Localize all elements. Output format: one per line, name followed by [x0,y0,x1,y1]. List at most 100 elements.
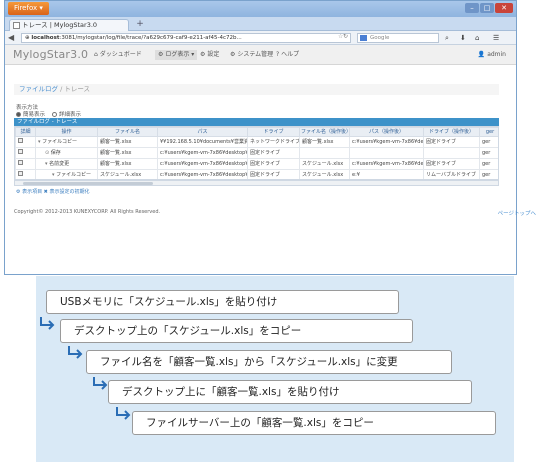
menu-system-admin[interactable]: ⚙ システム管理 [227,50,276,60]
app-header: MylogStar3.0 ⌂ ダッシュボード ⚙ ログ表示 ▾ ⚙ 設定 ⚙ シ… [5,45,516,65]
column-header[interactable]: ger [479,127,498,137]
browser-tab[interactable]: トレース | MylogStar3.0 [9,19,129,31]
cell-file: 顧客一覧.xlsx [97,158,158,170]
grid-footer-links[interactable]: ⚙ 表示項目 ✖ 表示設定の初期化 [16,188,89,195]
cell-file2: 顧客一覧.xlsx [299,136,350,148]
horizontal-scrollbar[interactable] [14,180,499,186]
column-header[interactable]: ドライブ（操作後） [423,127,480,137]
menu-settings[interactable]: ⚙ 設定 [197,50,222,60]
column-header[interactable]: ファイル名（操作後） [299,127,350,137]
home-icon[interactable]: ⌂ [475,33,479,43]
column-header[interactable]: ドライブ [247,127,300,137]
operation-label: 名前変更 [49,160,70,167]
scroll-thumb[interactable] [23,182,153,185]
operation-cell: ▾ 名前変更 [35,158,98,170]
copyright-text: Copyright© 2012-2013 KUNEXYCORP. All Rig… [14,209,161,215]
cell-extra: ger [479,136,498,148]
tree-toggle-icon[interactable]: ▾ [52,172,55,178]
search-icon[interactable]: ⌕ [445,33,449,43]
column-header[interactable]: 操作 [35,127,98,137]
tree-toggle-icon[interactable]: ▾ [45,161,48,167]
cell-extra: ger [479,158,498,170]
cell-path2: c:¥users¥kgem-vm-7x86¥desktop¥ [349,158,424,170]
step-arrow-icon [116,407,131,420]
url-path: :3081/mylogstar/log/file/trace/?a629c679… [59,35,242,41]
cell-file: スケジュール.xlsx [97,169,158,179]
minimize-button[interactable]: – [465,3,479,13]
breadcrumb-separator: / [60,85,63,93]
column-header[interactable]: パス [157,127,248,137]
table-row[interactable]: ▾ 名前変更 顧客一覧.xlsx c:¥users¥kgem-vm-7x86¥des… [15,158,498,170]
help-icon: ? [276,51,280,58]
new-tab-button[interactable]: + [133,19,147,30]
breadcrumb-root[interactable]: ファイルログ [19,85,58,93]
document-icon[interactable] [18,138,23,143]
menu-help[interactable]: ? ヘルプ [273,50,302,60]
operation-cell: ⊙ 保存 [35,147,98,159]
page-icon [13,22,20,29]
cell-drive: 固定ドライブ [247,158,300,170]
menu-icon[interactable]: ☰ [493,33,499,43]
tab-bar: トレース | MylogStar3.0 + [5,17,516,31]
page-top-link[interactable]: ページトップへ [498,209,536,217]
cell-drive2: 固定ドライブ [423,136,480,148]
column-header[interactable]: パス（操作後） [349,127,424,137]
step-5: ファイルサーバー上の「顧客一覧.xls」をコピー [132,411,496,435]
step-2: デスクトップ上の「スケジュール.xls」をコピー [60,319,413,343]
table-row[interactable]: ▾ ファイルコピー スケジュール.xlsx c:¥users¥kgem-vm-7x8… [15,169,498,179]
table-row[interactable]: ▾ ファイルコピー 顧客一覧.xlsx ¥¥192.168.5.10¥documen… [15,136,498,148]
maximize-button[interactable]: □ [480,3,494,13]
app-brand[interactable]: MylogStar3.0 [13,48,88,61]
cell-file: 顧客一覧.xlsx [97,147,158,159]
cell-path2 [349,147,424,159]
steps-panel: USBメモリに「スケジュール.xls」を貼り付け デスクトップ上の「スケジュール… [36,276,514,462]
tree-toggle-icon[interactable]: ▾ [38,139,41,145]
search-box[interactable]: Google [357,33,439,43]
detail-cell[interactable] [15,147,36,159]
cell-path2: c:¥users¥kgem-vm-7x86¥desktop¥ [349,136,424,148]
search-placeholder: Google [370,35,390,41]
trace-table: 詳細 操作 ファイル名 パス ドライブ ファイル名（操作後） パス（操作後） ドライブ（操作後… [15,127,498,179]
document-icon[interactable] [18,149,23,154]
close-window-button[interactable]: ✕ [495,3,513,13]
document-icon[interactable] [18,171,23,176]
cell-drive: 固定ドライブ [247,169,300,179]
back-arrow-icon[interactable]: ◀ [8,33,18,43]
menu-log-view[interactable]: ⚙ ログ表示 ▾ [155,50,198,60]
address-bar[interactable]: ⊕ localhost:3081/mylogstar/log/file/trac… [21,33,351,43]
user-menu[interactable]: 👤 admin [478,50,506,60]
menu-dashboard[interactable]: ⌂ ダッシュボード [91,50,145,60]
grid-title: ファイルログ - トレース [14,118,499,126]
cell-file2: スケジュール.xlsx [299,169,350,179]
cell-drive2: 固定ドライブ [423,158,480,170]
radio-simple[interactable] [16,112,21,117]
column-header[interactable]: 詳細 [15,127,36,137]
table-header-row: 詳細 操作 ファイル名 パス ドライブ ファイル名（操作後） パス（操作後） ドライブ（操作後… [15,127,498,137]
column-header[interactable]: ファイル名 [97,127,158,137]
reload-icon[interactable]: ↻ [343,33,348,40]
cell-path: c:¥users¥kgem-vm-7x86¥desktop¥ [157,158,248,170]
table-row[interactable]: ⊙ 保存 顧客一覧.xlsx c:¥users¥kgem-vm-7x86¥deskt… [15,147,498,159]
cell-drive2 [423,147,480,159]
cell-path: ¥¥192.168.5.10¥documents¥営業資料¥ [157,136,248,148]
step-arrow-icon [68,346,83,359]
detail-cell[interactable] [15,158,36,170]
tree-toggle-icon[interactable]: ⊙ [45,150,49,156]
document-icon[interactable] [18,160,23,165]
detail-cell[interactable] [15,136,36,148]
firefox-menu-button[interactable]: Firefox ▾ [8,2,49,15]
trace-grid: 詳細 操作 ファイル名 パス ドライブ ファイル名（操作後） パス（操作後） ドライブ（操作後… [14,126,499,180]
radio-detail[interactable] [52,112,58,117]
display-mode-options: 簡易表示 詳細表示 [16,110,81,118]
user-icon: 👤 [477,51,486,58]
title-bar: Firefox ▾ – □ ✕ [5,1,516,17]
breadcrumb-current: トレース [64,85,91,93]
detail-cell[interactable] [15,169,36,179]
cell-file2 [299,147,350,159]
settings-icon: ⚙ [200,51,206,58]
cell-path: c:¥users¥kgem-vm-7x86¥desktop¥ [157,147,248,159]
google-icon [360,35,367,41]
step-arrow-icon [93,377,108,390]
operation-cell: ▾ ファイルコピー [35,169,98,179]
download-icon[interactable]: ⬇ [460,33,466,43]
